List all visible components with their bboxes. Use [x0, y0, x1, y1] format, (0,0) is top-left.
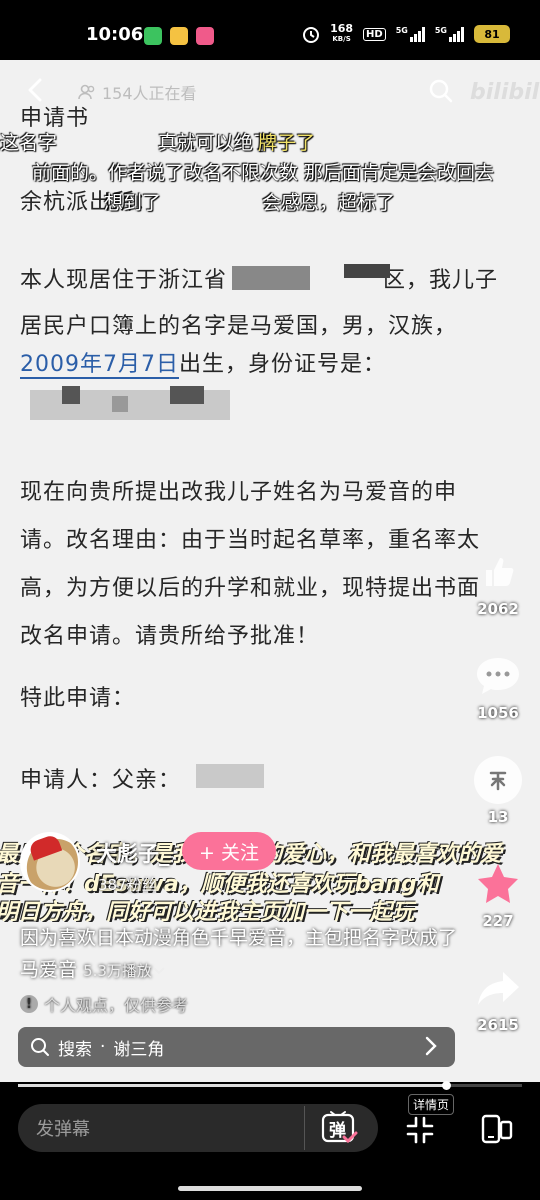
redacted-signer-name	[196, 764, 264, 788]
signal-2-label: 5G	[434, 26, 447, 35]
favorite-button[interactable]: 227	[470, 860, 526, 930]
home-indicator[interactable]	[178, 1186, 362, 1191]
doc-p1-line2: 居民户口簿上的名字是马爱国，男，汉族，	[20, 314, 458, 339]
chevron-right-icon	[425, 1036, 437, 1056]
redacted-id-block	[112, 396, 128, 412]
danmaku-toggle-label: 弹	[329, 1121, 346, 1141]
search-prefix: 搜索	[58, 1039, 92, 1060]
doc-p1-line3-suffix: 出生，身份证号是：	[178, 352, 386, 377]
danmaku-toggle-button[interactable]: 弹	[304, 1106, 372, 1150]
chevron-down-icon	[153, 967, 165, 975]
search-separator: ·	[100, 1037, 106, 1057]
signal-bars-icon	[449, 26, 464, 42]
split-screen-icon[interactable]	[480, 1112, 514, 1146]
danmaku-comment: 想到了	[104, 192, 162, 214]
doc-p1-line3: 2009年7月7日出生，身份证号是：	[20, 346, 386, 379]
signal-bars-icon	[409, 26, 425, 42]
play-count-text: 5.3万播放	[83, 962, 152, 980]
video-title[interactable]: 因为喜欢日本动漫角色千早爱音，主包把名字改成了马爱音 5.3万播放	[20, 922, 460, 987]
santa-hat-icon	[27, 834, 63, 861]
doc-closing: 特此申请：	[20, 686, 136, 711]
status-icons: 168 KB/S HD 5G 5G 81	[302, 22, 510, 44]
danmaku-comment: 会感恩，超标了	[262, 192, 396, 214]
doc-p2-line4: 改名申请。请贵所给予批准！	[20, 624, 320, 649]
share-arrow-icon	[474, 964, 522, 1012]
signal-2: 5G	[435, 26, 464, 42]
net-speed-unit: KB/S	[332, 35, 351, 43]
collapse-icon[interactable]	[406, 1116, 434, 1144]
people-icon	[78, 84, 95, 100]
wechat-notification-icon	[144, 27, 162, 45]
coin-icon	[474, 756, 522, 804]
info-icon: !	[20, 995, 38, 1013]
detail-page-label: 详情页	[408, 1094, 455, 1115]
danmaku-comment: 真就可以绝了	[158, 132, 273, 154]
opinion-notice-text: 个人观点，仅供参考	[44, 996, 189, 1015]
video-progress-fill	[18, 1084, 447, 1087]
bilibili-notification-icon	[196, 27, 214, 45]
share-count: 2615	[477, 1016, 519, 1034]
subtitle-line-3: 明日方舟，同好可以进我主页加一下一起玩	[0, 900, 415, 922]
doc-signer: 申请人：父亲：	[20, 768, 182, 793]
favorite-count: 227	[482, 912, 514, 930]
doc-p2-line3: 高，为方便以后的升学和就业，现特提出书面	[20, 576, 481, 601]
opinion-notice: ! 个人观点，仅供参考	[20, 992, 188, 1016]
star-icon	[474, 860, 522, 908]
related-search-bar[interactable]: 搜索 · 谢三角	[18, 1027, 455, 1067]
bilibili-watermark: bilibili	[470, 80, 540, 105]
danmaku-comment: 前面的。作者说了改名不限次数 那后面肯定是会改回去	[32, 162, 495, 184]
redacted-city	[232, 266, 310, 290]
share-button[interactable]: 2615	[470, 964, 526, 1034]
comment-button[interactable]: 1056	[470, 652, 526, 722]
danmaku-comment: 牌子了	[258, 132, 316, 154]
like-count: 2062	[477, 600, 519, 618]
comment-count: 1056	[477, 704, 519, 722]
danmaku-input-placeholder: 发弹幕	[36, 1119, 90, 1140]
thumbs-up-icon	[474, 548, 522, 596]
signal-1-label: 5G	[395, 26, 408, 35]
doc-p2-line2: 请。改名理由：由于当时起名草率，重名率太	[20, 528, 481, 553]
doc-p1-district: 区，我儿子	[383, 268, 499, 293]
coin-button[interactable]: 13	[470, 756, 526, 826]
doc-p1-prefix: 本人现居住于浙江省	[20, 268, 228, 293]
redacted-id-block	[62, 386, 80, 404]
back-arrow-icon[interactable]	[24, 78, 48, 102]
viewer-count: 154人正在看	[78, 80, 197, 104]
viewer-count-text: 154人正在看	[102, 84, 197, 103]
clock: 10:06	[86, 24, 144, 45]
danmaku-comment: 这名字	[0, 132, 58, 154]
signal-1: 5G	[396, 26, 425, 42]
redacted-district	[344, 264, 390, 278]
search-icon	[31, 1038, 49, 1056]
doc-date-link[interactable]: 2009年7月7日	[20, 352, 179, 379]
author-avatar[interactable]	[20, 832, 80, 892]
hd-badge: HD	[363, 27, 386, 41]
author-name[interactable]: 大彪子_	[96, 838, 170, 868]
author-fans: 387粉丝	[98, 876, 157, 894]
battery-indicator: 81	[474, 25, 510, 43]
video-progress-bar[interactable]	[18, 1081, 522, 1090]
play-count: 5.3万播放	[83, 962, 166, 980]
like-button[interactable]: 2062	[470, 548, 526, 618]
search-icon[interactable]	[428, 78, 454, 104]
video-progress-handle[interactable]	[442, 1081, 452, 1090]
bottom-bar: 发弹幕 弹 详情页	[0, 1090, 540, 1200]
coin-count: 13	[487, 808, 509, 826]
comment-icon	[474, 652, 522, 700]
doc-p2-line1: 现在向贵所提出改我儿子姓名为马爱音的申	[20, 480, 458, 505]
net-speed-value: 168	[330, 22, 354, 35]
redacted-id-block	[170, 386, 204, 404]
follow-button[interactable]: + 关注	[182, 832, 276, 870]
search-query: 谢三角	[113, 1039, 165, 1060]
status-bar: 10:06 168 KB/S HD 5G 5G 81	[0, 0, 540, 60]
net-speed: 168 KB/S	[330, 22, 354, 44]
app-notification-icon	[170, 27, 188, 45]
alarm-icon	[303, 27, 320, 43]
